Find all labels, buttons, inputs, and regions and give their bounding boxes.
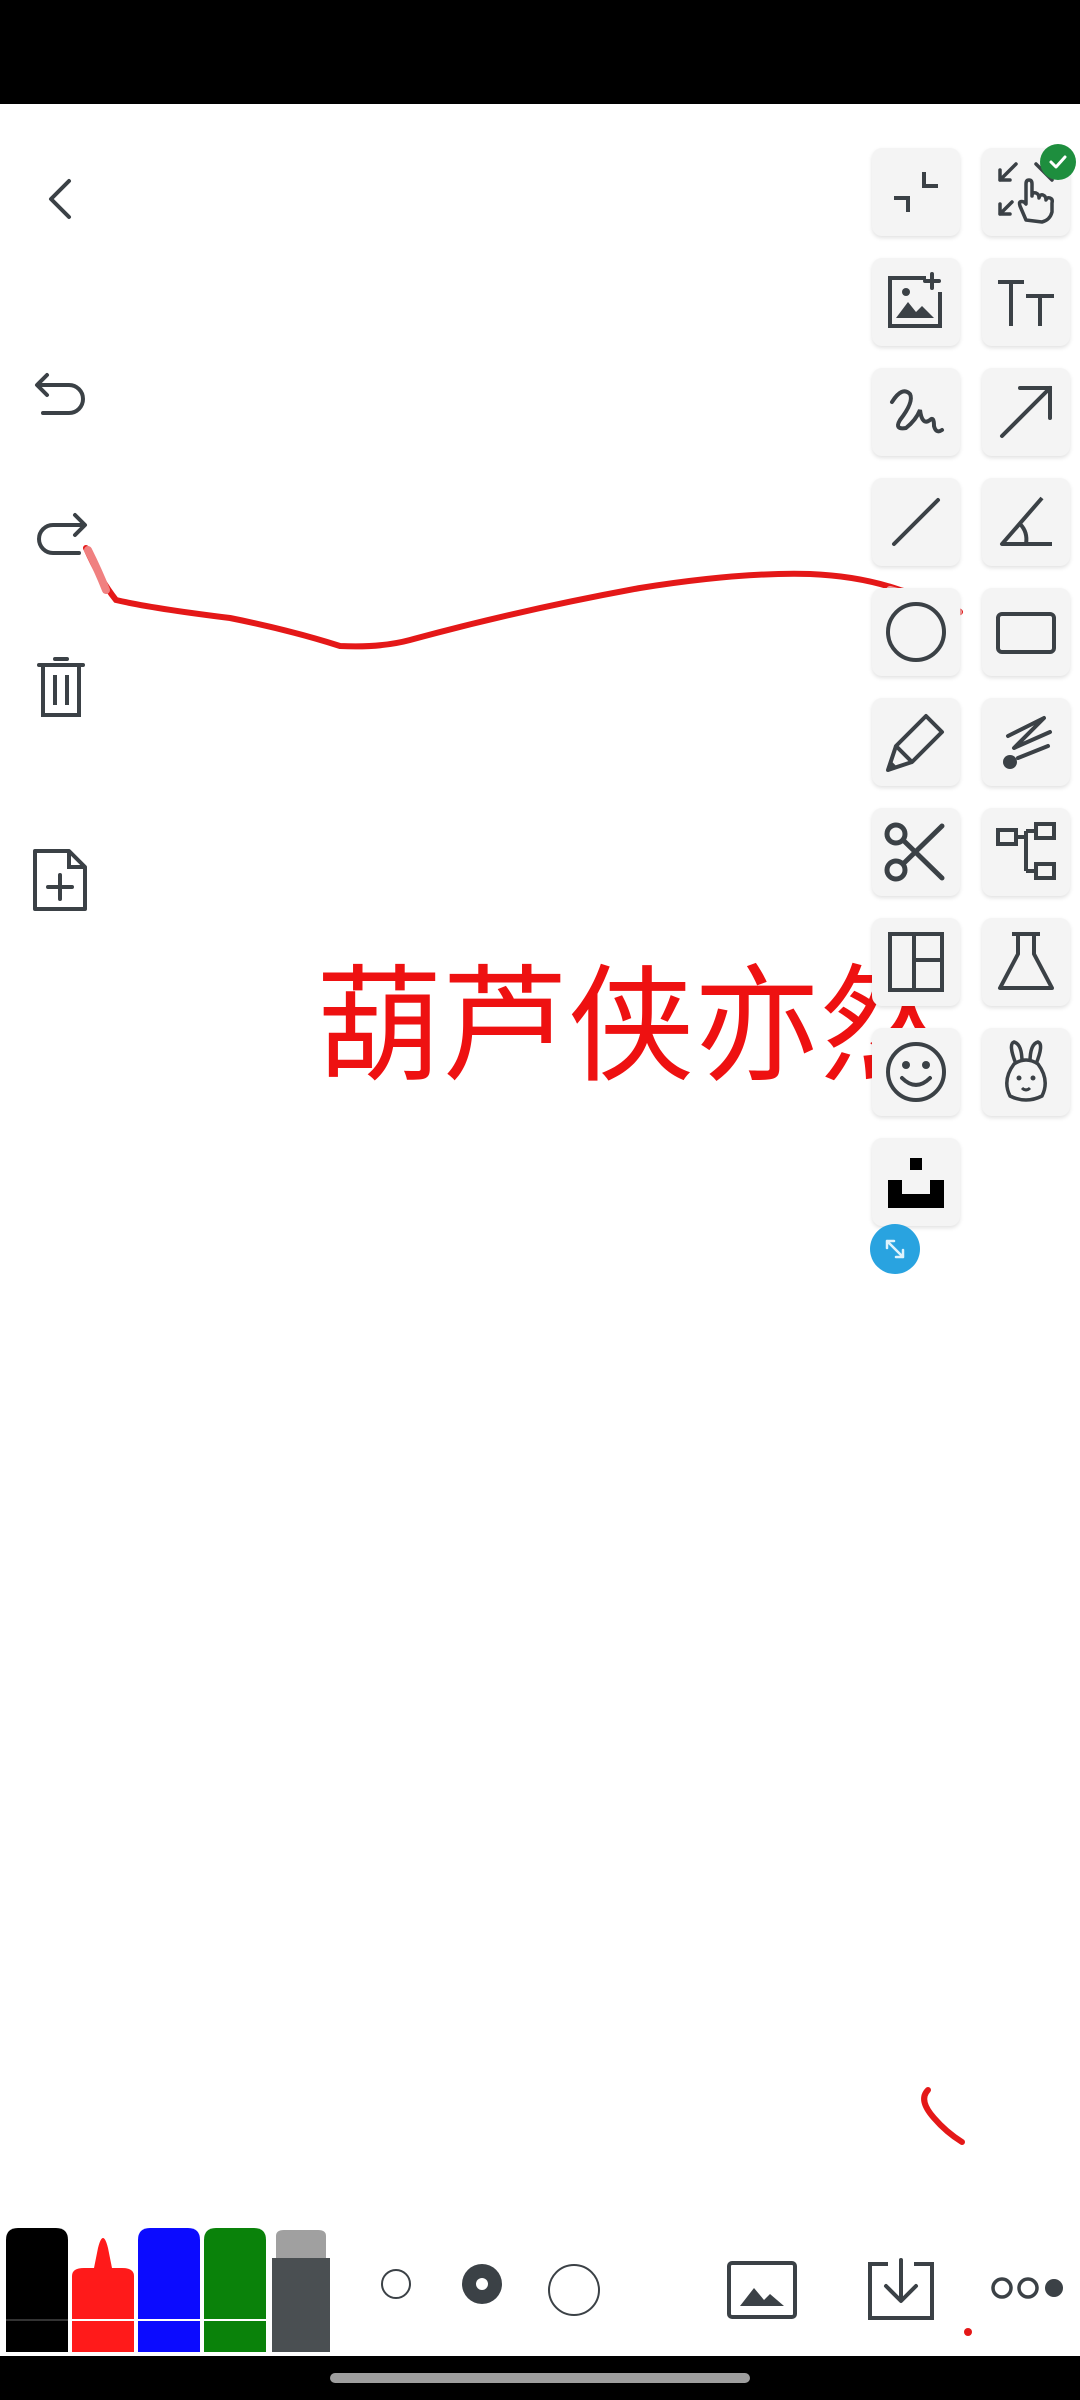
pen-color-green[interactable] (204, 2228, 266, 2352)
freehand-button[interactable] (872, 368, 960, 456)
stamp-button[interactable] (872, 1138, 960, 1226)
undo-icon (35, 373, 85, 415)
arrow-icon (1000, 386, 1052, 438)
freehand-icon (890, 389, 944, 434)
large-dot-icon (548, 2264, 600, 2316)
delete-icon (37, 657, 85, 717)
active-check-badge (1040, 144, 1076, 180)
scissors-button[interactable] (872, 808, 960, 896)
stroke-size-small[interactable] (376, 2264, 416, 2304)
arrow-button[interactable] (982, 368, 1070, 456)
expand-icon (885, 1239, 905, 1259)
pen-stroke-small (921, 2087, 965, 2145)
rabbit-button[interactable] (982, 1028, 1070, 1116)
more-button[interactable] (990, 2270, 1066, 2306)
laser-pointer-icon (1003, 716, 1052, 769)
redo-icon (37, 513, 87, 555)
rabbit-icon (1005, 1040, 1047, 1102)
text-size-icon (998, 280, 1054, 326)
line-icon (892, 498, 940, 546)
smiley-button[interactable] (872, 1028, 960, 1116)
check-icon (1049, 155, 1067, 169)
flask-icon (998, 932, 1054, 990)
back-icon (49, 179, 71, 219)
highlighter-icon (886, 714, 944, 772)
layout-grid-button[interactable] (872, 918, 960, 1006)
gallery-button[interactable] (726, 2260, 798, 2320)
new-page-button[interactable] (22, 840, 100, 918)
line-button[interactable] (872, 478, 960, 566)
rectangle-button[interactable] (982, 588, 1070, 676)
laser-pointer-button[interactable] (982, 698, 1070, 786)
shrink-button[interactable] (872, 148, 960, 236)
more-icon (991, 2277, 1063, 2299)
gallery-icon (727, 2261, 797, 2319)
small-dot-icon (381, 2269, 411, 2299)
scissors-icon (884, 822, 945, 882)
layout-grid-icon (888, 932, 944, 992)
pen-color-black[interactable] (6, 2228, 68, 2352)
angle-button[interactable] (982, 478, 1070, 566)
stroke-size-medium[interactable] (456, 2258, 508, 2310)
pen-color-red[interactable] (72, 2228, 134, 2352)
insert-image-button[interactable] (872, 258, 960, 346)
redo-button[interactable] (22, 500, 100, 578)
home-indicator[interactable] (330, 2373, 750, 2383)
shrink-icon (894, 172, 938, 212)
circle-icon (886, 602, 946, 662)
stroke-size-large[interactable] (546, 2262, 602, 2318)
circle-button[interactable] (872, 588, 960, 676)
highlighter-button[interactable] (872, 698, 960, 786)
pen-color-blue[interactable] (138, 2228, 200, 2352)
canvas-text[interactable]: 葫芦侠亦然 (316, 952, 946, 1102)
medium-dot-icon (462, 2264, 502, 2304)
back-button[interactable] (22, 160, 100, 238)
pen-stroke (83, 545, 963, 650)
new-page-icon (33, 849, 87, 911)
text-tool-button[interactable] (982, 258, 1070, 346)
rectangle-icon (996, 612, 1056, 654)
delete-button[interactable] (22, 648, 100, 726)
undo-button[interactable] (22, 350, 100, 428)
flask-button[interactable] (982, 918, 1070, 1006)
stamp-icon (888, 1158, 944, 1208)
pen-dot (964, 2328, 972, 2336)
mind-map-button[interactable] (982, 808, 1070, 896)
download-icon (868, 2258, 934, 2320)
smiley-icon (886, 1042, 946, 1102)
mind-map-icon (996, 822, 1056, 880)
download-button[interactable] (866, 2256, 936, 2322)
pen-color-gray[interactable] (272, 2228, 330, 2352)
angle-icon (1000, 496, 1052, 546)
insert-image-icon (888, 272, 942, 328)
expand-badge[interactable] (870, 1224, 920, 1274)
